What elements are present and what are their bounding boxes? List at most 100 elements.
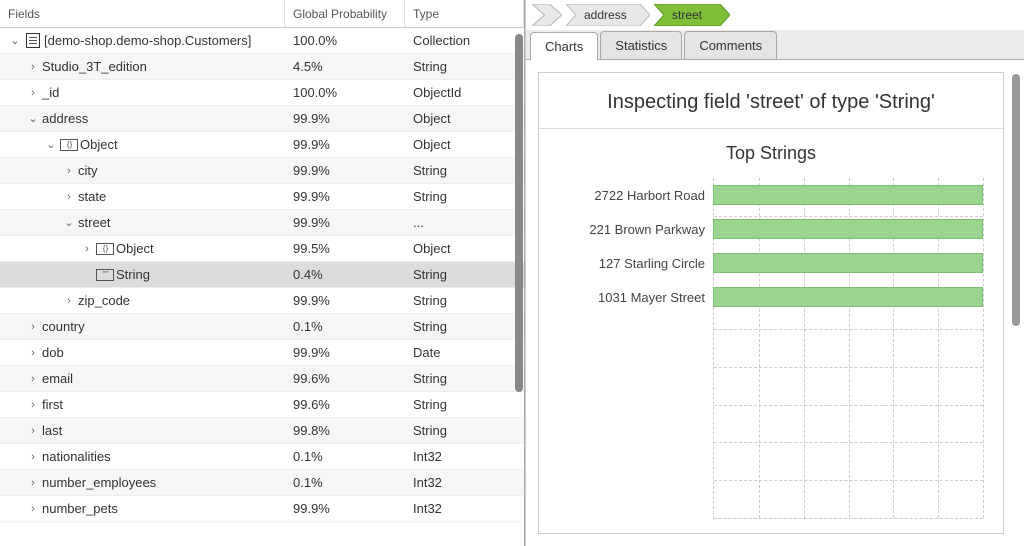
tree-row[interactable]: ›zip_code 99.9%String — [0, 288, 524, 314]
tree-row[interactable]: ›city99.9%String — [0, 158, 524, 184]
chevron-right-icon[interactable]: › — [24, 477, 42, 489]
bar[interactable] — [713, 253, 983, 273]
field-probability: 99.9% — [285, 163, 405, 178]
chevron-right-icon[interactable]: › — [24, 347, 42, 359]
bar-row: 221 Brown Parkway — [553, 216, 983, 242]
left-scrollbar-thumb[interactable] — [515, 34, 523, 392]
chevron-right-icon[interactable]: › — [24, 373, 42, 385]
chevron-down-icon[interactable]: ⌄ — [60, 216, 78, 229]
field-probability: 99.6% — [285, 397, 405, 412]
chart-card: Inspecting field 'street' of type 'Strin… — [538, 72, 1004, 534]
field-probability: 99.9% — [285, 501, 405, 516]
right-scrollbar-thumb[interactable] — [1012, 74, 1020, 326]
field-name: [demo-shop.demo-shop.Customers] — [44, 33, 251, 48]
tab-comments[interactable]: Comments — [684, 31, 777, 59]
field-type: String — [405, 371, 524, 386]
chevron-right-icon[interactable]: › — [24, 87, 42, 99]
field-type: ObjectId — [405, 85, 524, 100]
bar-label: 2722 Harbort Road — [553, 188, 713, 203]
tree-row[interactable]: ›number_pets 99.9%Int32 — [0, 496, 524, 522]
bar-row: 127 Starling Circle — [553, 250, 983, 276]
chevron-right-icon[interactable]: › — [60, 165, 78, 177]
field-probability: 99.9% — [285, 293, 405, 308]
bar[interactable] — [713, 287, 983, 307]
field-name: _id — [42, 85, 59, 100]
field-type: Int32 — [405, 475, 524, 490]
left-scrollbar[interactable] — [515, 30, 523, 542]
tree-row[interactable]: ›Studio_3T_edition4.5%String — [0, 54, 524, 80]
field-type: Date — [405, 345, 524, 360]
field-name: state — [78, 189, 106, 204]
field-probability: 99.9% — [285, 189, 405, 204]
tree-row[interactable]: ›first99.6%String — [0, 392, 524, 418]
header-fields[interactable]: Fields — [0, 0, 285, 27]
chevron-right-icon[interactable]: › — [24, 425, 42, 437]
tree-row[interactable]: ›country0.1%String — [0, 314, 524, 340]
tree-row[interactable]: ⌄address99.9%Object — [0, 106, 524, 132]
tree-row[interactable]: ⌄{ }Object99.9%Object — [0, 132, 524, 158]
tree-row[interactable]: ⌄[demo-shop.demo-shop.Customers]100.0%Co… — [0, 28, 524, 54]
chevron-down-icon[interactable]: ⌄ — [6, 34, 24, 47]
tree-row[interactable]: ›email99.6%String — [0, 366, 524, 392]
tree-row[interactable]: ›_id100.0%ObjectId — [0, 80, 524, 106]
tree-row[interactable]: ›number_employees 0.1%Int32 — [0, 470, 524, 496]
chevron-right-icon[interactable]: › — [24, 451, 42, 463]
tree-row[interactable]: ›dob99.9%Date — [0, 340, 524, 366]
field-type: String — [405, 423, 524, 438]
chevron-down-icon[interactable]: ⌄ — [24, 112, 42, 125]
bar-label: 127 Starling Circle — [553, 256, 713, 271]
field-probability: 0.1% — [285, 449, 405, 464]
tab-statistics[interactable]: Statistics — [600, 31, 682, 59]
field-probability: 99.9% — [285, 215, 405, 230]
tree-row[interactable]: ›last99.8%String — [0, 418, 524, 444]
field-name: country — [42, 319, 85, 334]
chevron-right-icon[interactable]: › — [78, 243, 96, 255]
chevron-down-icon[interactable]: ⌄ — [42, 138, 60, 151]
bar-row: 2722 Harbort Road — [553, 182, 983, 208]
breadcrumb: address street — [526, 0, 1024, 30]
field-name: number_employees — [42, 475, 156, 490]
field-name: zip_code — [78, 293, 130, 308]
tree-row[interactable]: ›state99.9%String — [0, 184, 524, 210]
tab-charts[interactable]: Charts — [530, 32, 598, 60]
bar-label: 221 Brown Parkway — [553, 222, 713, 237]
bar-chart: 2722 Harbort Road 221 Brown Parkway 127 St… — [553, 178, 989, 519]
field-probability: 99.9% — [285, 137, 405, 152]
field-type: String — [405, 163, 524, 178]
breadcrumb-label: street — [672, 8, 702, 22]
chevron-right-icon[interactable]: › — [60, 295, 78, 307]
field-probability: 99.6% — [285, 371, 405, 386]
tree-body[interactable]: ⌄[demo-shop.demo-shop.Customers]100.0%Co… — [0, 28, 524, 546]
field-probability: 0.1% — [285, 475, 405, 490]
bar-row: 1031 Mayer Street — [553, 284, 983, 310]
tree-row[interactable]: ›nationalities0.1%Int32 — [0, 444, 524, 470]
bar[interactable] — [713, 185, 983, 205]
chevron-right-icon[interactable]: › — [60, 191, 78, 203]
header-global-probability[interactable]: Global Probability — [285, 0, 405, 27]
field-type: Int32 — [405, 501, 524, 516]
header-type[interactable]: Type — [405, 0, 524, 27]
breadcrumb-item[interactable]: address — [566, 4, 650, 26]
field-name: first — [42, 397, 63, 412]
chevron-right-icon[interactable]: › — [24, 61, 42, 73]
tree-row[interactable]: ›{ }Object99.5%Object — [0, 236, 524, 262]
field-type: ... — [405, 215, 524, 230]
chevron-right-icon[interactable]: › — [24, 321, 42, 333]
field-name: number_pets — [42, 501, 118, 516]
field-probability: 0.4% — [285, 267, 405, 282]
tree-row[interactable]: ⌄street99.9%... — [0, 210, 524, 236]
field-type: String — [405, 293, 524, 308]
chevron-right-icon[interactable]: › — [24, 503, 42, 515]
right-scrollbar[interactable] — [1012, 74, 1020, 532]
chevron-right-icon[interactable]: › — [24, 399, 42, 411]
breadcrumb-item[interactable]: street — [654, 4, 730, 26]
tree-row[interactable]: " "String0.4%String — [0, 262, 524, 288]
field-type: String — [405, 319, 524, 334]
tree-header: Fields Global Probability Type — [0, 0, 524, 28]
field-name: last — [42, 423, 62, 438]
bar[interactable] — [713, 219, 983, 239]
field-type: Int32 — [405, 449, 524, 464]
field-probability: 99.9% — [285, 345, 405, 360]
bar-label: 1031 Mayer Street — [553, 290, 713, 305]
field-name: Studio_3T_edition — [42, 59, 147, 74]
